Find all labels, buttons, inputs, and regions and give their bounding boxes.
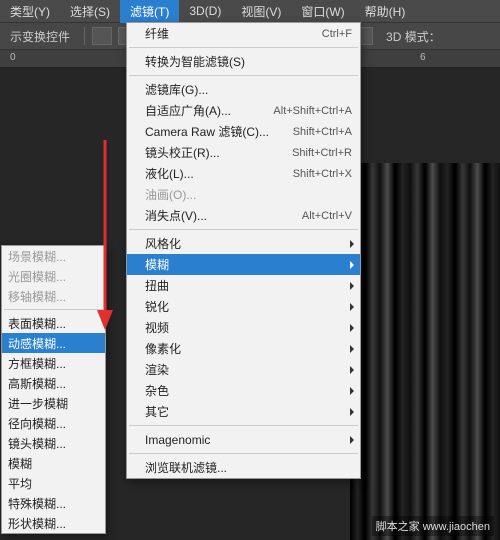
menu-item[interactable]: 像素化 bbox=[127, 338, 360, 359]
menu-item[interactable]: 液化(L)...Shift+Ctrl+X bbox=[127, 163, 360, 184]
submenu-item[interactable]: 模糊 bbox=[2, 453, 105, 473]
menu-item[interactable]: 模糊 bbox=[127, 254, 360, 275]
menu-item[interactable]: 视频 bbox=[127, 317, 360, 338]
menubar-item[interactable]: 类型(Y) bbox=[0, 0, 60, 23]
watermark: 脚本之家 www.jiaochen bbox=[372, 516, 494, 536]
chevron-right-icon bbox=[350, 387, 354, 395]
menubar-item[interactable]: 3D(D) bbox=[179, 1, 231, 21]
align-button[interactable] bbox=[92, 27, 112, 45]
menubar-item[interactable]: 滤镜(T) bbox=[120, 0, 179, 23]
submenu-item[interactable]: 径向模糊... bbox=[2, 413, 105, 433]
menu-item[interactable]: 滤镜库(G)... bbox=[127, 79, 360, 100]
submenu-item[interactable]: 特殊模糊... bbox=[2, 493, 105, 513]
menubar-item[interactable]: 选择(S) bbox=[60, 0, 120, 23]
menu-item: 油画(O)... bbox=[127, 184, 360, 205]
mode3d-label: 3D 模式： bbox=[386, 28, 441, 45]
menu-item[interactable]: 浏览联机滤镜... bbox=[127, 457, 360, 478]
submenu-item[interactable]: 镜头模糊... bbox=[2, 433, 105, 453]
menu-item[interactable]: 渲染 bbox=[127, 359, 360, 380]
chevron-right-icon bbox=[350, 408, 354, 416]
chevron-right-icon bbox=[350, 324, 354, 332]
chevron-right-icon bbox=[350, 282, 354, 290]
chevron-right-icon bbox=[350, 345, 354, 353]
menu-item[interactable]: 转换为智能滤镜(S) bbox=[127, 51, 360, 72]
submenu-item[interactable]: 形状模糊... bbox=[2, 513, 105, 533]
submenu-item[interactable]: 高斯模糊... bbox=[2, 373, 105, 393]
canvas-texture bbox=[350, 163, 500, 540]
menu-item[interactable]: 杂色 bbox=[127, 380, 360, 401]
submenu-item[interactable]: 进一步模糊 bbox=[2, 393, 105, 413]
submenu-item[interactable]: 平均 bbox=[2, 473, 105, 493]
menu-item[interactable]: 纤维Ctrl+F bbox=[127, 23, 360, 44]
menu-item[interactable]: 锐化 bbox=[127, 296, 360, 317]
toolbar-label: 示变换控件 bbox=[0, 28, 80, 45]
menu-item[interactable]: 扭曲 bbox=[127, 275, 360, 296]
menubar-item[interactable]: 窗口(W) bbox=[291, 0, 354, 23]
chevron-right-icon bbox=[350, 261, 354, 269]
menu-item[interactable]: 其它 bbox=[127, 401, 360, 422]
menubar-item[interactable]: 视图(V) bbox=[231, 0, 291, 23]
menubar: 类型(Y)选择(S)滤镜(T)3D(D)视图(V)窗口(W)帮助(H) bbox=[0, 0, 500, 22]
chevron-right-icon bbox=[350, 436, 354, 444]
chevron-right-icon bbox=[350, 240, 354, 248]
menubar-item[interactable]: 帮助(H) bbox=[355, 0, 416, 23]
menu-item[interactable]: 镜头校正(R)...Shift+Ctrl+R bbox=[127, 142, 360, 163]
menu-item[interactable]: 消失点(V)...Alt+Ctrl+V bbox=[127, 205, 360, 226]
menu-item[interactable]: 风格化 bbox=[127, 233, 360, 254]
menu-item[interactable]: 自适应广角(A)...Alt+Shift+Ctrl+A bbox=[127, 100, 360, 121]
annotation-arrow bbox=[90, 140, 120, 330]
menu-item[interactable]: Camera Raw 滤镜(C)...Shift+Ctrl+A bbox=[127, 121, 360, 142]
chevron-right-icon bbox=[350, 303, 354, 311]
submenu-item[interactable]: 动感模糊... bbox=[2, 333, 105, 353]
chevron-right-icon bbox=[350, 366, 354, 374]
filter-menu: 纤维Ctrl+F 转换为智能滤镜(S) 滤镜库(G)...自适应广角(A)...Al… bbox=[126, 22, 361, 479]
submenu-item[interactable]: 方框模糊... bbox=[2, 353, 105, 373]
menu-item[interactable]: Imagenomic bbox=[127, 429, 360, 450]
